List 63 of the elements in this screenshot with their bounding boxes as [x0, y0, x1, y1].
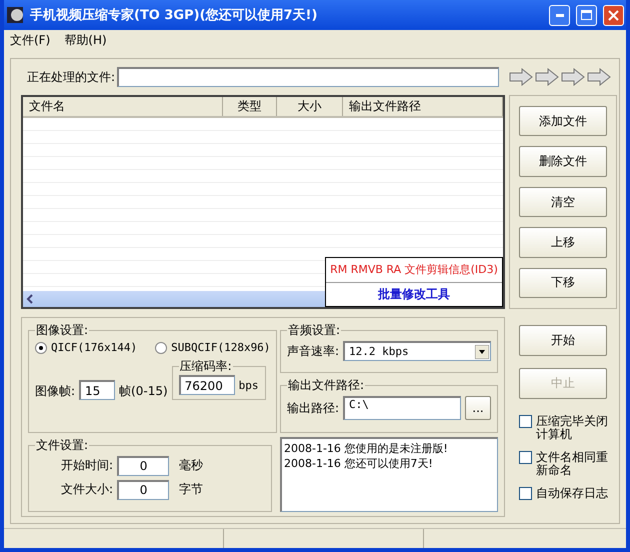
arrow-icon — [561, 68, 585, 86]
close-button[interactable] — [603, 4, 624, 26]
group-title: 压缩码率: — [178, 358, 233, 375]
group-title: 文件设置: — [35, 436, 90, 454]
close-icon — [608, 10, 619, 20]
action-button[interactable]: 开始 — [519, 325, 607, 356]
popup-link[interactable]: 批量修改工具 — [326, 282, 502, 306]
number-field[interactable]: 0 — [117, 480, 170, 500]
field-label: 开始时间: — [61, 457, 114, 474]
minimize-icon — [556, 14, 564, 16]
side-button[interactable]: 删除文件 — [519, 146, 607, 177]
checkbox-label: 文件名相同重新命名 — [536, 451, 609, 477]
arrow-icon — [535, 68, 559, 86]
arrow-icon — [509, 68, 533, 86]
checkbox-label: 压缩完毕关闭计算机 — [536, 415, 609, 441]
menu-item[interactable]: 帮助(H) — [64, 32, 107, 48]
field-label: 文件大小: — [61, 481, 114, 498]
radio-button[interactable] — [155, 342, 168, 354]
bitrate-field[interactable]: 76200 — [178, 375, 235, 395]
side-button[interactable]: 添加文件 — [519, 106, 607, 136]
browse-button[interactable]: ... — [465, 396, 491, 420]
popup-link[interactable]: RM RMVB RA 文件剪辑信息(ID3) — [326, 258, 502, 282]
minimize-button[interactable] — [549, 4, 570, 26]
sample-rate-dropdown[interactable]: 12.2 kbps — [343, 341, 491, 361]
column-header[interactable]: 类型 — [223, 97, 277, 116]
checkbox[interactable] — [519, 451, 532, 464]
arrow-icon — [587, 68, 611, 86]
checkbox[interactable] — [519, 487, 532, 500]
unit-label: 帧(0-15) — [119, 383, 168, 400]
radio-label: SUBQCIF(128x96) — [171, 341, 270, 354]
log-line: 2008-1-16 您还可以使用7天! — [284, 456, 434, 471]
unit-label: 毫秒 — [179, 457, 204, 474]
dropdown-arrow-icon — [475, 344, 489, 358]
radio-label: QICF(176x144) — [51, 341, 138, 354]
side-button[interactable]: 下移 — [519, 268, 607, 298]
unit-label: 字节 — [179, 481, 204, 498]
log-line: 2008-1-16 您使用的是未注册版! — [284, 440, 449, 456]
group-title: 输出文件路径: — [287, 377, 366, 394]
processing-file-field[interactable] — [117, 67, 499, 87]
checkbox[interactable] — [519, 415, 532, 428]
field-label: 正在处理的文件: — [27, 68, 116, 86]
output-path-field[interactable]: C:\ — [343, 396, 461, 420]
field-label: 输出路径: — [287, 400, 340, 417]
maximize-icon — [581, 10, 592, 20]
unit-label: bps — [238, 378, 259, 392]
column-header[interactable]: 文件名 — [23, 97, 223, 116]
field-label: 图像帧: — [35, 383, 76, 400]
group-title: 音频设置: — [287, 322, 342, 339]
number-field[interactable]: 0 — [117, 456, 170, 476]
window-title: 手机视频压缩专家(TO 3GP)(您还可以使用7天!) — [30, 6, 318, 24]
app-icon — [6, 6, 24, 24]
radio-button[interactable] — [35, 342, 47, 354]
column-header[interactable]: 输出文件路径 — [343, 97, 503, 116]
file-list[interactable]: 文件名 类型 大小 输出文件路径 RM RMVB RA 文件剪辑信息(ID3) 批量修改工具 — [21, 95, 505, 309]
group-title: 图像设置: — [35, 322, 90, 339]
side-button[interactable]: 上移 — [519, 227, 607, 258]
side-button[interactable]: 清空 — [519, 186, 607, 218]
checkbox-label: 自动保存日志 — [536, 487, 609, 500]
frame-rate-field[interactable]: 15 — [79, 380, 116, 400]
column-header[interactable]: 大小 — [277, 97, 343, 116]
maximize-button[interactable] — [576, 4, 597, 26]
field-label: 声音速率: — [287, 342, 340, 360]
menu-item[interactable]: 文件(F) — [10, 32, 50, 48]
